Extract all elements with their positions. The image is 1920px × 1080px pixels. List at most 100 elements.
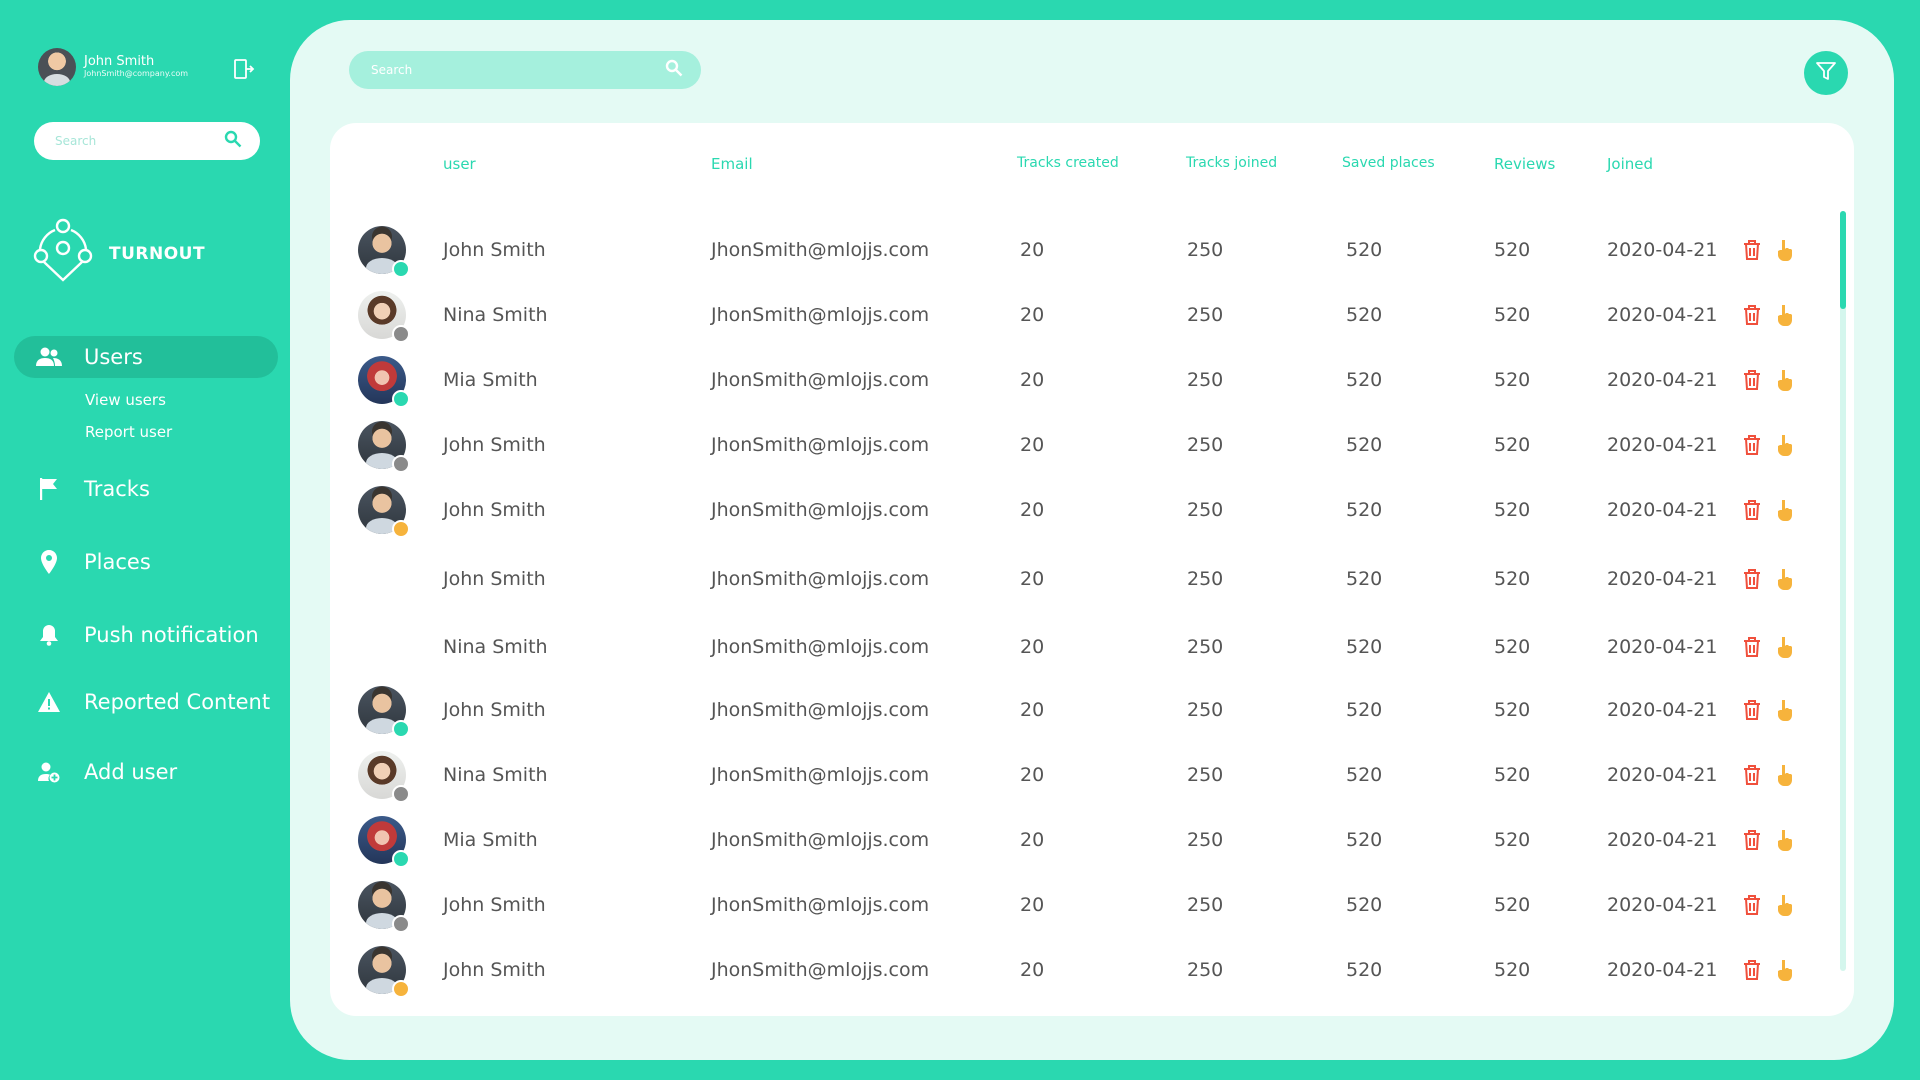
hand-pointer-icon[interactable] bbox=[1775, 699, 1795, 721]
filter-icon bbox=[1815, 60, 1837, 86]
cell-saved-places: 520 bbox=[1346, 636, 1383, 658]
hand-pointer-icon[interactable] bbox=[1775, 304, 1795, 326]
cell-email: JhonSmith@mlojjs.com bbox=[711, 636, 930, 658]
avatar bbox=[358, 486, 410, 538]
nav-item-add-user[interactable]: Add user bbox=[14, 751, 278, 793]
cell-reviews: 520 bbox=[1494, 499, 1531, 521]
hand-pointer-icon[interactable] bbox=[1775, 829, 1795, 851]
trash-icon[interactable] bbox=[1742, 304, 1762, 326]
nav-item-users[interactable]: Users bbox=[14, 336, 278, 378]
trash-icon[interactable] bbox=[1742, 239, 1762, 261]
hand-pointer-icon[interactable] bbox=[1775, 434, 1795, 456]
table-row[interactable]: John Smith JhonSmith@mlojjs.com 20 250 5… bbox=[330, 684, 1792, 738]
trash-icon[interactable] bbox=[1742, 636, 1762, 658]
cell-tracks-joined: 250 bbox=[1187, 369, 1224, 391]
hand-pointer-icon[interactable] bbox=[1775, 959, 1795, 981]
nav-item-places[interactable]: Places bbox=[14, 541, 278, 583]
bell-icon bbox=[36, 622, 62, 648]
table-row[interactable]: Nina Smith JhonSmith@mlojjs.com 20 250 5… bbox=[330, 289, 1792, 343]
trash-icon[interactable] bbox=[1742, 959, 1762, 981]
table-row[interactable]: John Smith JhonSmith@mlojjs.com 20 250 5… bbox=[330, 944, 1792, 998]
cell-joined: 2020-04-21 bbox=[1607, 699, 1718, 721]
nav-item-label: Push notification bbox=[84, 623, 259, 647]
cell-reviews: 520 bbox=[1494, 239, 1531, 261]
scrollbar-track[interactable] bbox=[1840, 211, 1846, 971]
cell-email: JhonSmith@mlojjs.com bbox=[711, 894, 930, 916]
cell-tracks-created: 20 bbox=[1020, 499, 1045, 521]
trash-icon[interactable] bbox=[1742, 699, 1762, 721]
scrollbar-thumb[interactable] bbox=[1840, 211, 1846, 309]
users-table: user Email Tracks created Tracks joined … bbox=[330, 123, 1854, 1016]
search-icon[interactable] bbox=[224, 130, 242, 152]
hand-pointer-icon[interactable] bbox=[1775, 636, 1795, 658]
table-row[interactable]: Mia Smith JhonSmith@mlojjs.com 20 250 52… bbox=[330, 814, 1792, 868]
column-header-tracks-joined[interactable]: Tracks joined bbox=[1186, 155, 1277, 171]
hand-pointer-icon[interactable] bbox=[1775, 369, 1795, 391]
cell-tracks-joined: 250 bbox=[1187, 434, 1224, 456]
nav-sub-report-user[interactable]: Report user bbox=[14, 416, 172, 448]
nav-item-label: Reported Content bbox=[84, 690, 271, 714]
column-header-tracks-created[interactable]: Tracks created bbox=[1017, 155, 1119, 171]
sidebar-search-input[interactable] bbox=[55, 134, 224, 148]
nav-item-push-notification[interactable]: Push notification bbox=[14, 614, 278, 656]
hand-pointer-icon[interactable] bbox=[1775, 894, 1795, 916]
table-row[interactable]: Mia Smith JhonSmith@mlojjs.com 20 250 52… bbox=[330, 354, 1792, 408]
cell-joined: 2020-04-21 bbox=[1607, 764, 1718, 786]
trash-icon[interactable] bbox=[1742, 499, 1762, 521]
table-header: user Email Tracks created Tracks joined … bbox=[330, 155, 1854, 179]
cell-email: JhonSmith@mlojjs.com bbox=[711, 499, 930, 521]
cell-tracks-created: 20 bbox=[1020, 894, 1045, 916]
cell-tracks-created: 20 bbox=[1020, 764, 1045, 786]
logout-icon[interactable] bbox=[233, 58, 255, 80]
table-row[interactable]: Nina Smith JhonSmith@mlojjs.com 20 250 5… bbox=[330, 621, 1792, 673]
nav-item-tracks[interactable]: Tracks bbox=[14, 468, 278, 510]
nav-item-reported-content[interactable]: Reported Content bbox=[14, 681, 278, 723]
flag-icon bbox=[36, 476, 62, 502]
column-header-reviews[interactable]: Reviews bbox=[1494, 155, 1555, 173]
cell-user: Mia Smith bbox=[443, 369, 538, 391]
table-row[interactable]: John Smith JhonSmith@mlojjs.com 20 250 5… bbox=[330, 879, 1792, 933]
main-search[interactable] bbox=[349, 51, 701, 89]
cell-joined: 2020-04-21 bbox=[1607, 304, 1718, 326]
main-search-input[interactable] bbox=[371, 63, 665, 77]
column-header-saved-places[interactable]: Saved places bbox=[1342, 155, 1435, 171]
cell-tracks-created: 20 bbox=[1020, 568, 1045, 590]
avatar bbox=[358, 816, 410, 868]
cell-tracks-created: 20 bbox=[1020, 699, 1045, 721]
avatar bbox=[358, 751, 410, 803]
hand-pointer-icon[interactable] bbox=[1775, 764, 1795, 786]
trash-icon[interactable] bbox=[1742, 894, 1762, 916]
trash-icon[interactable] bbox=[1742, 829, 1762, 851]
cell-email: JhonSmith@mlojjs.com bbox=[711, 764, 930, 786]
hand-pointer-icon[interactable] bbox=[1775, 499, 1795, 521]
table-row[interactable]: Nina Smith JhonSmith@mlojjs.com 20 250 5… bbox=[330, 749, 1792, 803]
trash-icon[interactable] bbox=[1742, 764, 1762, 786]
trash-icon[interactable] bbox=[1742, 369, 1762, 391]
column-header-email[interactable]: Email bbox=[711, 155, 753, 173]
table-row[interactable]: John Smith JhonSmith@mlojjs.com 20 250 5… bbox=[330, 553, 1792, 605]
table-row[interactable]: John Smith JhonSmith@mlojjs.com 20 250 5… bbox=[330, 484, 1792, 538]
column-header-user[interactable]: user bbox=[443, 155, 476, 173]
filter-button[interactable] bbox=[1804, 51, 1848, 95]
cell-tracks-joined: 250 bbox=[1187, 764, 1224, 786]
hand-pointer-icon[interactable] bbox=[1775, 239, 1795, 261]
avatar bbox=[358, 881, 410, 933]
cell-user: John Smith bbox=[443, 499, 546, 521]
cell-tracks-joined: 250 bbox=[1187, 829, 1224, 851]
column-header-joined[interactable]: Joined bbox=[1607, 155, 1653, 173]
avatar bbox=[358, 226, 410, 278]
trash-icon[interactable] bbox=[1742, 568, 1762, 590]
cell-email: JhonSmith@mlojjs.com bbox=[711, 959, 930, 981]
profile[interactable]: John Smith JohnSmith@company.com bbox=[38, 48, 188, 86]
trash-icon[interactable] bbox=[1742, 434, 1762, 456]
table-row[interactable]: John Smith JhonSmith@mlojjs.com 20 250 5… bbox=[330, 419, 1792, 473]
sidebar-search[interactable] bbox=[34, 122, 260, 160]
hand-pointer-icon[interactable] bbox=[1775, 568, 1795, 590]
search-icon[interactable] bbox=[665, 59, 683, 81]
cell-user: Nina Smith bbox=[443, 636, 548, 658]
nav-sub-view-users[interactable]: View users bbox=[14, 384, 166, 416]
main-panel: user Email Tracks created Tracks joined … bbox=[290, 20, 1894, 1060]
cell-reviews: 520 bbox=[1494, 894, 1531, 916]
nav-item-label: Add user bbox=[84, 760, 178, 784]
table-row[interactable]: John Smith JhonSmith@mlojjs.com 20 250 5… bbox=[330, 224, 1792, 278]
